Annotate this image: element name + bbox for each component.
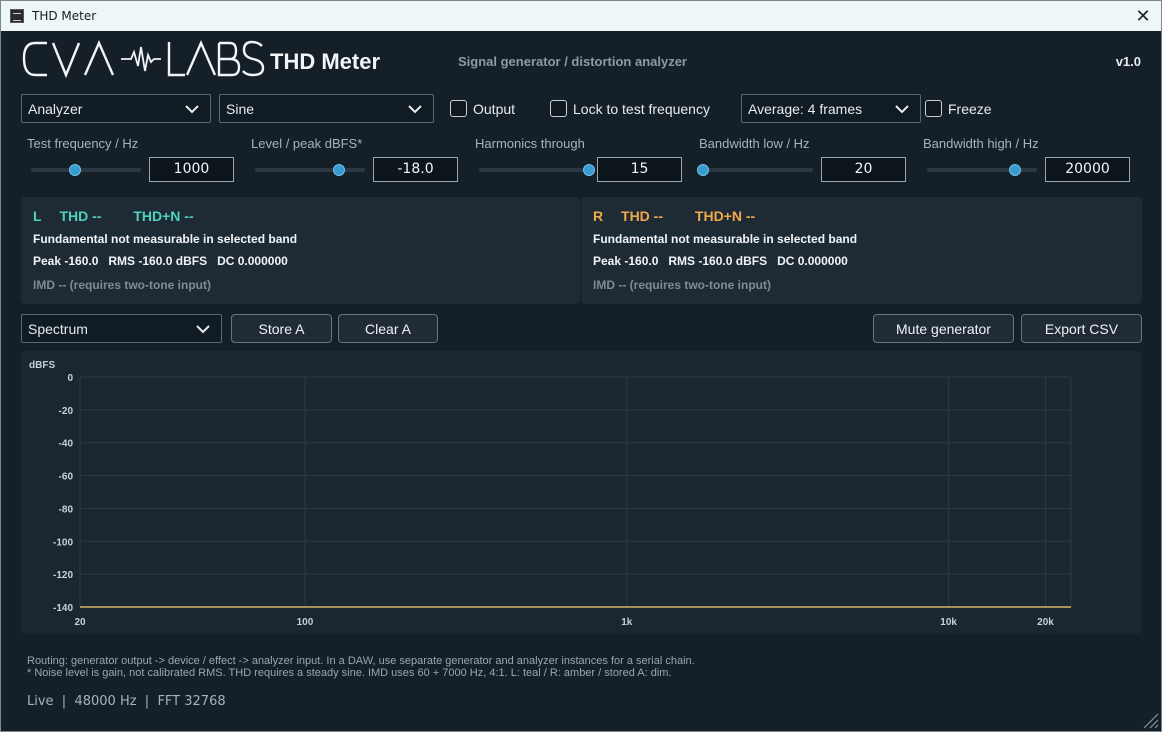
freeze-checkbox-box[interactable] (925, 100, 942, 117)
level-readout: Peak -160.0 RMS -160.0 dBFS DC 0.000000 (33, 254, 288, 268)
channel-id: R (593, 208, 604, 224)
param-harmonics: Harmonics through 15 (475, 136, 685, 182)
slider-track[interactable] (31, 168, 141, 172)
param-value-field[interactable]: -18.0 (373, 157, 458, 182)
y-tick-label: -100 (53, 537, 73, 548)
x-tick-label: 10k (940, 617, 957, 628)
view-select[interactable]: Spectrum (21, 314, 222, 343)
x-tick-label: 1k (621, 617, 633, 628)
param-value-field[interactable]: 15 (597, 157, 682, 182)
y-tick-label: -60 (59, 472, 74, 483)
thd-readout: THD -- (621, 208, 664, 224)
chevron-down-icon (408, 105, 422, 114)
spectrum-chart: 0 -20 -40 -60 -80 -100 -120 -14020 100 1k 10k 20k dB… (29, 360, 1072, 628)
right-channel-panel: R THD -- THD+N -- Fundamental not measur… (581, 197, 1142, 304)
output-checkbox[interactable]: Output (450, 100, 515, 117)
x-tick-label: 100 (297, 617, 314, 628)
thdn-readout: THD+N -- (133, 208, 194, 224)
y-tick-label: 0 (67, 373, 73, 384)
thd-readout: THD -- (59, 208, 102, 224)
param-value-field[interactable]: 20 (821, 157, 906, 182)
chevron-down-icon (185, 105, 199, 114)
spectrum-plot[interactable]: 0 -20 -40 -60 -80 -100 -120 -140 20 100 1k 10k 20k dB… (21, 351, 1142, 634)
imd-readout: IMD -- (requires two-tone input) (33, 278, 211, 292)
slider-track[interactable] (255, 168, 365, 172)
lock-frequency-checkbox[interactable]: Lock to test frequency (550, 100, 710, 117)
version-label: v1.0 (1115, 54, 1141, 69)
output-checkbox-label: Output (473, 100, 516, 117)
thdn-readout: THD+N -- (694, 208, 756, 224)
level-readout: Peak -160.0 RMS -160.0 dBFS DC 0.000000 (593, 254, 848, 268)
store-a-button[interactable]: Store A (231, 314, 332, 343)
window-title: THD Meter (32, 9, 97, 23)
output-checkbox-box[interactable] (450, 100, 467, 117)
param-value-field[interactable]: 1000 (149, 157, 234, 182)
plugin-content: THD Meter Signal generator / distortion … (1, 31, 1161, 731)
view-select-value: Spectrum (28, 320, 88, 337)
param-value-field[interactable]: 20000 (1045, 157, 1130, 182)
imd-readout: IMD -- (requires two-tone input) (593, 278, 771, 292)
left-channel-panel: L THD -- THD+N -- Fundamental not measur… (21, 197, 580, 304)
app-window: THD Meter ✕ THD Meter Signal generator /… (0, 0, 1162, 732)
average-select-value: Average: 4 frames (748, 100, 863, 117)
y-tick-label: -140 (53, 603, 73, 614)
slider-knob[interactable] (697, 164, 709, 176)
resize-grip-icon[interactable] (1141, 711, 1159, 729)
measurement-status: Fundamental not measurable in selected b… (593, 232, 858, 246)
y-axis-label: dBFS (29, 360, 55, 371)
freeze-checkbox-label: Freeze (948, 100, 992, 117)
right-channel-header: R THD -- THD+N -- (593, 208, 755, 224)
cva-labs-logo (22, 40, 265, 79)
lock-frequency-checkbox-label: Lock to test frequency (573, 100, 710, 117)
close-icon[interactable]: ✕ (1133, 6, 1153, 26)
x-tick-label: 20 (74, 617, 86, 628)
plugin-name: THD Meter (270, 49, 381, 74)
mute-generator-button[interactable]: Mute generator (873, 314, 1014, 343)
waveform-select[interactable]: Sine (219, 94, 434, 123)
slider-knob[interactable] (69, 164, 81, 176)
param-label: Bandwidth low / Hz (699, 136, 810, 151)
y-tick-label: -120 (53, 570, 73, 581)
export-csv-button[interactable]: Export CSV (1021, 314, 1142, 343)
param-bandwidth-low: Bandwidth low / Hz 20 (697, 136, 909, 182)
left-channel-header: L THD -- THD+N -- (33, 208, 194, 224)
param-level: Level / peak dBFS* -18.0 (251, 136, 461, 182)
mode-select-value: Analyzer (28, 100, 83, 117)
param-label: Level / peak dBFS* (251, 136, 363, 151)
chevron-down-icon (196, 325, 210, 334)
param-test-frequency: Test frequency / Hz 1000 (27, 136, 237, 182)
chevron-down-icon (895, 105, 909, 114)
y-tick-label: -20 (59, 406, 74, 417)
param-label: Harmonics through (475, 136, 585, 151)
routing-note: Routing: generator output -> device / ef… (27, 655, 695, 667)
x-tick-label: 20k (1037, 617, 1054, 628)
noise-note: * Noise level is gain, not calibrated RM… (27, 667, 672, 679)
measurement-status: Fundamental not measurable in selected b… (33, 232, 298, 246)
lock-frequency-checkbox-box[interactable] (550, 100, 567, 117)
clear-a-button[interactable]: Clear A (338, 314, 438, 343)
slider-knob[interactable] (332, 164, 345, 176)
slider-knob[interactable] (583, 164, 595, 176)
plugin-subtitle: Signal generator / distortion analyzer (458, 54, 687, 69)
y-tick-label: -80 (59, 504, 74, 515)
param-bandwidth-high: Bandwidth high / Hz 20000 (923, 136, 1133, 182)
freeze-checkbox[interactable]: Freeze (925, 100, 992, 117)
slider-knob[interactable] (1009, 164, 1021, 176)
status-bar: Live | 48000 Hz | FFT 32768 (27, 694, 226, 709)
app-icon (10, 9, 24, 23)
y-tick-label: -40 (59, 439, 74, 450)
param-label: Test frequency / Hz (27, 136, 139, 151)
average-select[interactable]: Average: 4 frames (741, 94, 921, 123)
title-bar[interactable]: THD Meter ✕ (1, 1, 1161, 31)
slider-track[interactable] (479, 168, 589, 172)
waveform-select-value: Sine (226, 100, 255, 117)
channel-id: L (33, 208, 42, 224)
mode-select[interactable]: Analyzer (21, 94, 211, 123)
slider-track[interactable] (703, 168, 813, 172)
param-label: Bandwidth high / Hz (923, 136, 1039, 151)
